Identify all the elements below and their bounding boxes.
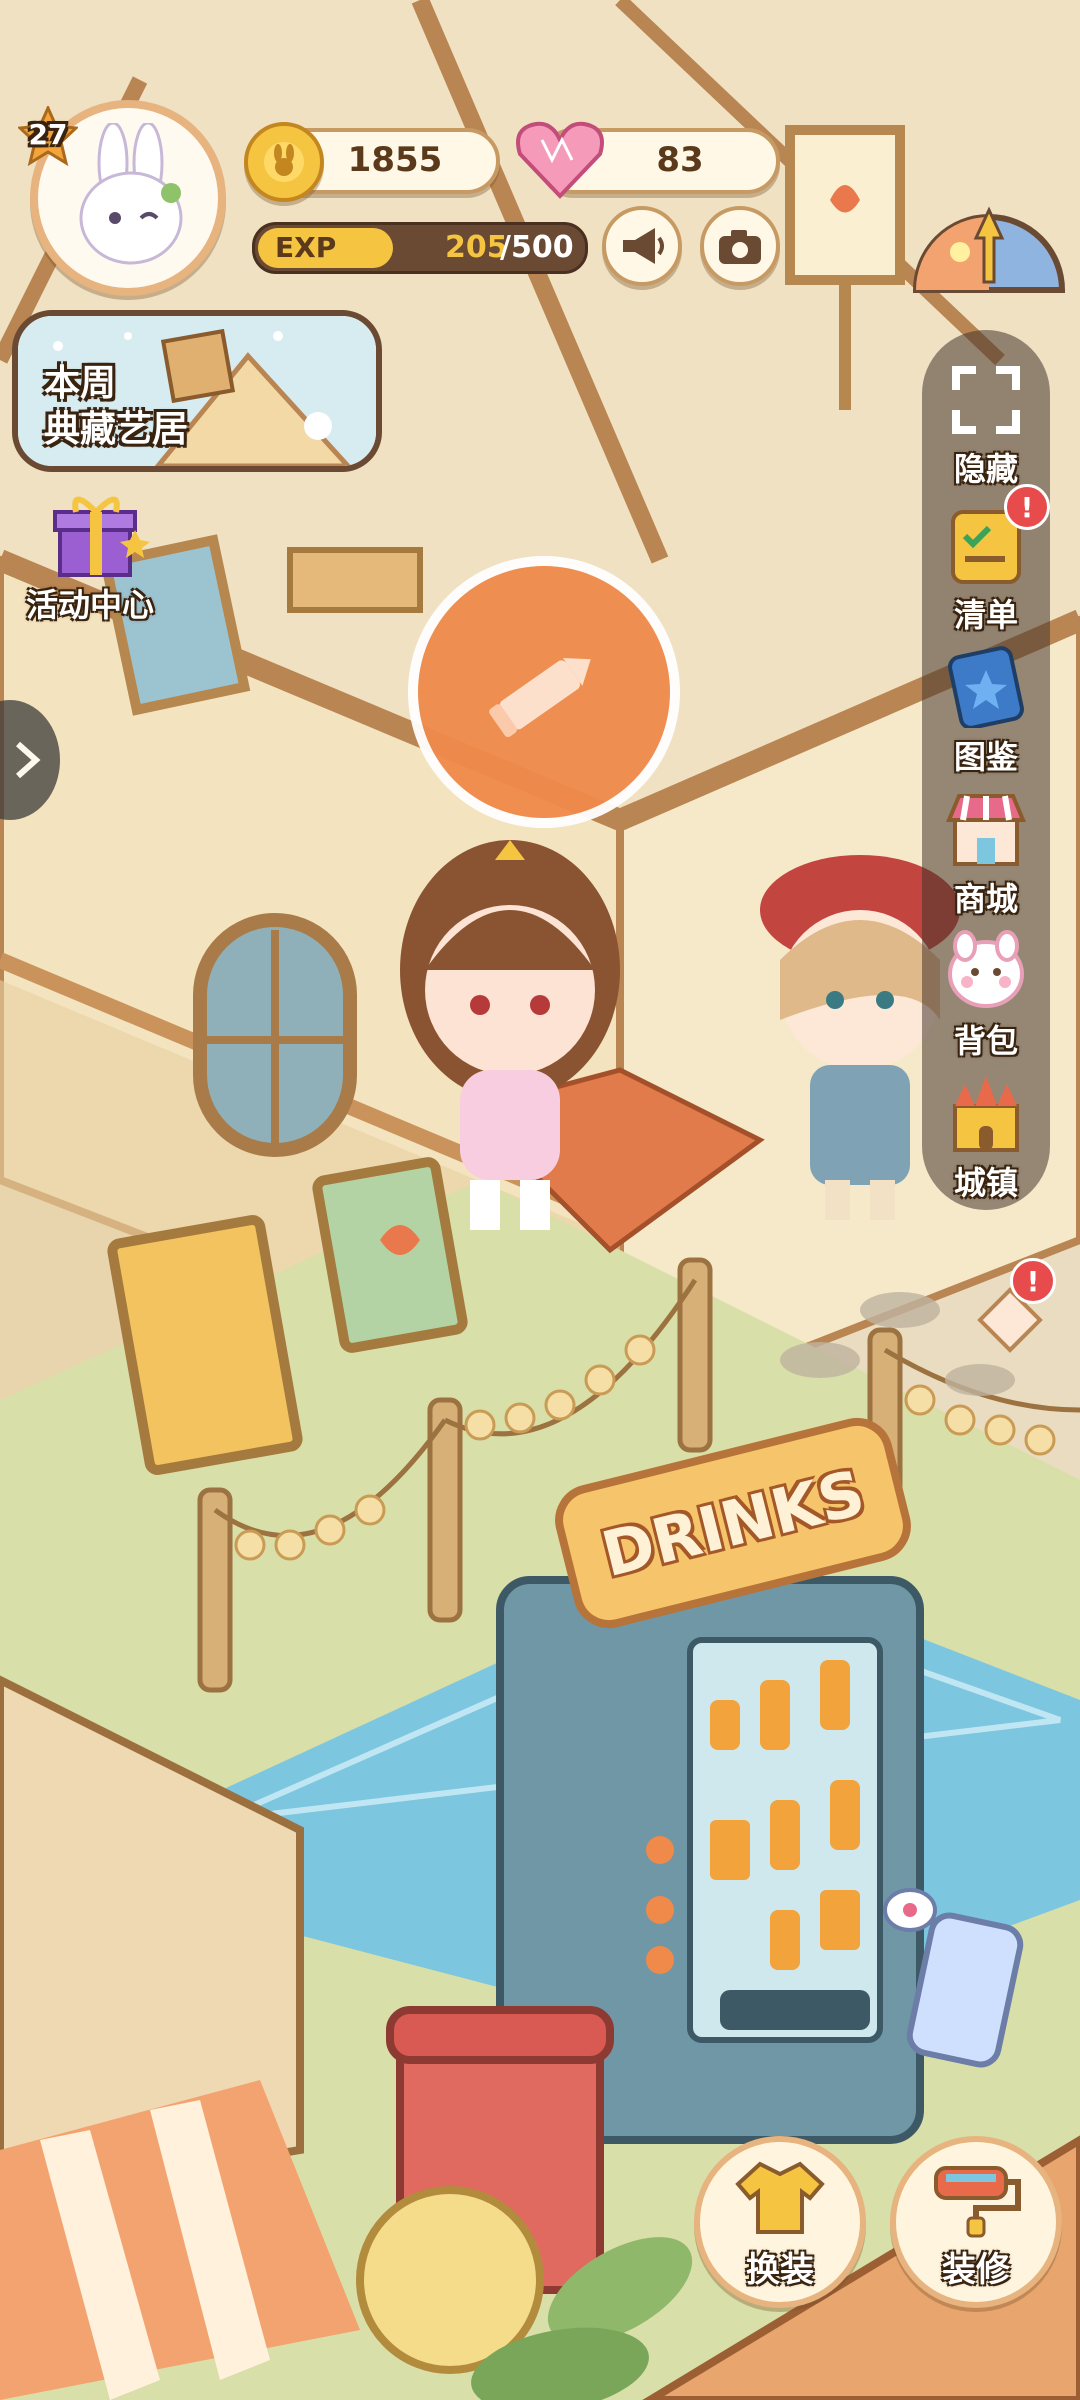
edit-home-button[interactable] bbox=[408, 556, 680, 828]
coin-amount: 1855 bbox=[347, 140, 443, 180]
castle-icon bbox=[953, 1076, 1019, 1152]
menu-shop[interactable]: 商城 bbox=[922, 786, 1050, 920]
coin-icon bbox=[244, 122, 324, 202]
hide-frame-icon bbox=[952, 366, 1020, 434]
weekly-banner-line2: 典藏艺居 bbox=[44, 409, 189, 450]
chevron-right-icon bbox=[16, 741, 41, 779]
menu-collection-label: 图鉴 bbox=[953, 738, 1018, 776]
outfit-shirt-icon bbox=[735, 2161, 825, 2234]
edit-button-core bbox=[418, 566, 670, 818]
collection-book-icon bbox=[948, 646, 1024, 730]
exp-bar: EXP 205 /500 bbox=[252, 222, 588, 274]
camera-button[interactable] bbox=[700, 206, 780, 286]
weekly-featured-banner[interactable]: 本周 典藏艺居 bbox=[12, 310, 382, 472]
menu-backpack-label: 背包 bbox=[953, 1022, 1018, 1060]
exp-max: /500 bbox=[500, 230, 574, 265]
gift-box-icon bbox=[53, 496, 150, 577]
vending-sign-text: DRINKS bbox=[594, 1455, 872, 1591]
phone-messages-icon[interactable] bbox=[880, 1880, 1040, 2080]
outfit-label: 换装 bbox=[746, 2250, 814, 2290]
bunny-coin-icon bbox=[264, 142, 304, 182]
checklist-alert-badge: ! bbox=[1004, 484, 1050, 530]
level-badge: 27 bbox=[18, 106, 78, 166]
player-character[interactable] bbox=[380, 820, 640, 1240]
outfit-button[interactable]: 换装 bbox=[694, 2136, 866, 2308]
heart-gem-icon bbox=[516, 121, 604, 199]
megaphone-icon bbox=[623, 228, 664, 264]
menu-backpack[interactable]: 背包 bbox=[922, 928, 1050, 1062]
backpack-icon bbox=[948, 930, 1024, 1008]
menu-town[interactable]: 城镇 bbox=[922, 1070, 1050, 1204]
menu-checklist-label: 清单 bbox=[953, 596, 1018, 634]
level-number: 27 bbox=[28, 118, 68, 151]
decorate-label: 装修 bbox=[942, 2250, 1010, 2290]
right-menu-panel: 隐藏 清单 图鉴 商城 背包 城镇 bbox=[922, 330, 1050, 1210]
menu-hide[interactable]: 隐藏 bbox=[922, 360, 1050, 490]
menu-hide-label: 隐藏 bbox=[953, 450, 1018, 488]
shop-icon bbox=[946, 794, 1026, 866]
announcement-button[interactable] bbox=[602, 206, 682, 286]
menu-shop-label: 商城 bbox=[953, 880, 1018, 918]
menu-collection[interactable]: 图鉴 bbox=[922, 644, 1050, 778]
pencil-icon bbox=[489, 657, 591, 738]
event-center-button[interactable]: 活动中心 bbox=[10, 480, 170, 630]
camera-icon bbox=[719, 230, 761, 264]
exp-label: EXP bbox=[275, 231, 337, 264]
exp-current: 205 bbox=[445, 230, 508, 265]
paint-roller-icon bbox=[934, 2166, 1021, 2238]
event-center-label: 活动中心 bbox=[25, 586, 154, 624]
heart-amount: 83 bbox=[656, 140, 704, 180]
menu-town-label: 城镇 bbox=[953, 1164, 1018, 1202]
day-night-dial-icon[interactable] bbox=[910, 190, 1068, 294]
quest-alert-badge: ! bbox=[1010, 1258, 1056, 1304]
decorate-button[interactable]: 装修 bbox=[890, 2136, 1062, 2308]
weekly-banner-line1: 本周 bbox=[44, 363, 117, 404]
